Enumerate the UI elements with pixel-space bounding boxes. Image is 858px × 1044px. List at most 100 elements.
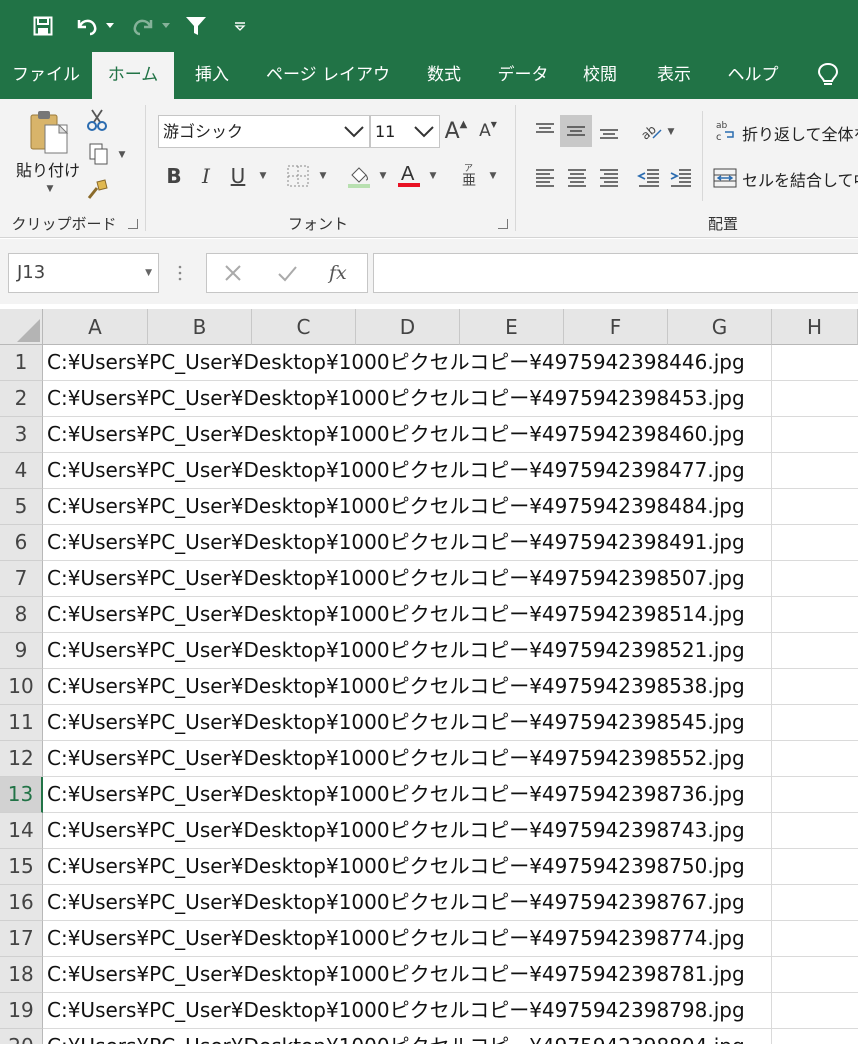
phonetic-dropdown-icon[interactable]: ▼ [486,169,500,183]
orientation-icon[interactable]: ab [636,115,666,147]
cell-a[interactable]: C:¥Users¥PC_User¥Desktop¥1000ピクセルコピー¥497… [47,705,747,740]
fill-color-dropdown-icon[interactable]: ▼ [376,169,390,183]
align-center-icon[interactable] [562,161,592,193]
tab-help[interactable]: ヘルプ [720,52,786,99]
phonetic-guide-icon[interactable]: ア亜 [456,159,482,191]
cut-icon[interactable] [84,107,110,133]
row-header[interactable]: 2 [0,381,43,417]
cell-a[interactable]: C:¥Users¥PC_User¥Desktop¥1000ピクセルコピー¥497… [47,669,747,704]
row-header[interactable]: 6 [0,525,43,561]
lightbulb-icon[interactable] [808,52,848,99]
cell-a[interactable]: C:¥Users¥PC_User¥Desktop¥1000ピクセルコピー¥497… [47,525,747,560]
row-header[interactable]: 14 [0,813,43,849]
font-name-combo[interactable]: 游ゴシック [158,115,370,148]
borders-dropdown-icon[interactable]: ▼ [316,169,330,183]
cell-a[interactable]: C:¥Users¥PC_User¥Desktop¥1000ピクセルコピー¥497… [47,849,747,884]
tab-insert[interactable]: 挿入 [180,52,244,99]
font-color-dropdown-icon[interactable]: ▼ [426,169,440,183]
copy-dropdown-icon[interactable]: ▼ [116,149,128,161]
copy-icon[interactable] [86,141,112,167]
orientation-dropdown-icon[interactable]: ▼ [664,125,678,139]
font-color-icon[interactable]: A [394,159,424,191]
tab-file[interactable]: ファイル [6,52,86,99]
wrap-text-label[interactable]: 折り返して全体を [742,121,858,145]
cell-a[interactable]: C:¥Users¥PC_User¥Desktop¥1000ピクセルコピー¥497… [47,381,747,416]
row-header[interactable]: 20 [0,1029,43,1044]
cell-a[interactable]: C:¥Users¥PC_User¥Desktop¥1000ピクセルコピー¥497… [47,813,747,848]
row-header[interactable]: 13 [0,777,43,813]
italic-icon[interactable]: I [192,161,220,191]
customize-qat-icon[interactable] [230,10,250,42]
cell-a[interactable]: C:¥Users¥PC_User¥Desktop¥1000ピクセルコピー¥497… [47,921,747,956]
column-header-c[interactable]: C [252,309,356,345]
cancel-icon[interactable] [221,261,245,289]
tab-review[interactable]: 校閲 [568,52,632,99]
name-box-dropdown-icon[interactable]: ▼ [145,254,152,292]
bold-icon[interactable]: B [160,161,188,191]
cell-a[interactable]: C:¥Users¥PC_User¥Desktop¥1000ピクセルコピー¥497… [47,1029,747,1044]
cell-a[interactable]: C:¥Users¥PC_User¥Desktop¥1000ピクセルコピー¥497… [47,345,747,380]
column-header-d[interactable]: D [356,309,460,345]
column-header-e[interactable]: E [460,309,564,345]
tab-formulas[interactable]: 数式 [412,52,476,99]
paste-label[interactable]: 貼り付け [16,157,80,181]
tab-page-layout[interactable]: ページ レイアウト [258,52,398,132]
borders-icon[interactable] [284,161,312,191]
column-header-a[interactable]: A [43,309,148,345]
decrease-font-size-icon[interactable]: A ▼ [476,117,500,145]
column-header-h[interactable]: H [772,309,858,345]
row-header[interactable]: 18 [0,957,43,993]
cell-a[interactable]: C:¥Users¥PC_User¥Desktop¥1000ピクセルコピー¥497… [47,777,747,812]
align-right-icon[interactable] [594,161,624,193]
enter-icon[interactable] [275,261,299,289]
column-header-g[interactable]: G [668,309,772,345]
formula-bar-grip-icon[interactable] [178,263,182,283]
cell-a[interactable]: C:¥Users¥PC_User¥Desktop¥1000ピクセルコピー¥497… [47,633,747,668]
merge-center-icon[interactable] [712,163,738,193]
row-header[interactable]: 19 [0,993,43,1029]
underline-dropdown-icon[interactable]: ▼ [256,169,270,183]
cell-a[interactable]: C:¥Users¥PC_User¥Desktop¥1000ピクセルコピー¥497… [47,417,747,452]
row-header[interactable]: 11 [0,705,43,741]
row-header[interactable]: 9 [0,633,43,669]
name-box[interactable]: J13 ▼ [8,253,159,293]
row-header[interactable]: 12 [0,741,43,777]
cell-a[interactable]: C:¥Users¥PC_User¥Desktop¥1000ピクセルコピー¥497… [47,957,747,992]
cell-a[interactable]: C:¥Users¥PC_User¥Desktop¥1000ピクセルコピー¥497… [47,597,747,632]
cell-a[interactable]: C:¥Users¥PC_User¥Desktop¥1000ピクセルコピー¥497… [47,885,747,920]
row-header[interactable]: 7 [0,561,43,597]
align-left-icon[interactable] [530,161,560,193]
row-header[interactable]: 17 [0,921,43,957]
increase-font-size-icon[interactable]: A ▲ [444,117,468,145]
wrap-text-icon[interactable]: ab c [714,115,738,147]
undo-dropdown-icon[interactable] [104,10,116,42]
filter-icon[interactable] [181,10,211,42]
increase-indent-icon[interactable] [666,161,696,193]
fill-color-icon[interactable] [344,161,374,191]
row-header[interactable]: 15 [0,849,43,885]
font-size-combo[interactable]: 11 [370,115,440,148]
column-header-b[interactable]: B [148,309,252,345]
row-header[interactable]: 3 [0,417,43,453]
tab-data[interactable]: データ [490,52,556,99]
row-header[interactable]: 10 [0,669,43,705]
underline-icon[interactable]: U [224,161,252,191]
formula-input[interactable] [373,253,858,293]
select-all-button[interactable] [0,309,43,345]
row-header[interactable]: 1 [0,345,43,381]
cell-a[interactable]: C:¥Users¥PC_User¥Desktop¥1000ピクセルコピー¥497… [47,489,747,524]
chevron-down-icon[interactable] [413,116,435,157]
tab-home[interactable]: ホーム [92,52,174,99]
column-header-f[interactable]: F [564,309,668,345]
paste-icon[interactable] [26,109,72,155]
insert-function-icon[interactable]: fx [329,254,347,292]
tab-view[interactable]: 表示 [642,52,706,99]
cell-a[interactable]: C:¥Users¥PC_User¥Desktop¥1000ピクセルコピー¥497… [47,993,747,1028]
row-header[interactable]: 8 [0,597,43,633]
align-middle-icon[interactable] [560,115,592,147]
cell-a[interactable]: C:¥Users¥PC_User¥Desktop¥1000ピクセルコピー¥497… [47,741,747,776]
decrease-indent-icon[interactable] [634,161,664,193]
font-launcher-icon[interactable] [498,219,508,229]
chevron-down-icon[interactable] [343,116,365,157]
save-icon[interactable] [28,10,58,42]
